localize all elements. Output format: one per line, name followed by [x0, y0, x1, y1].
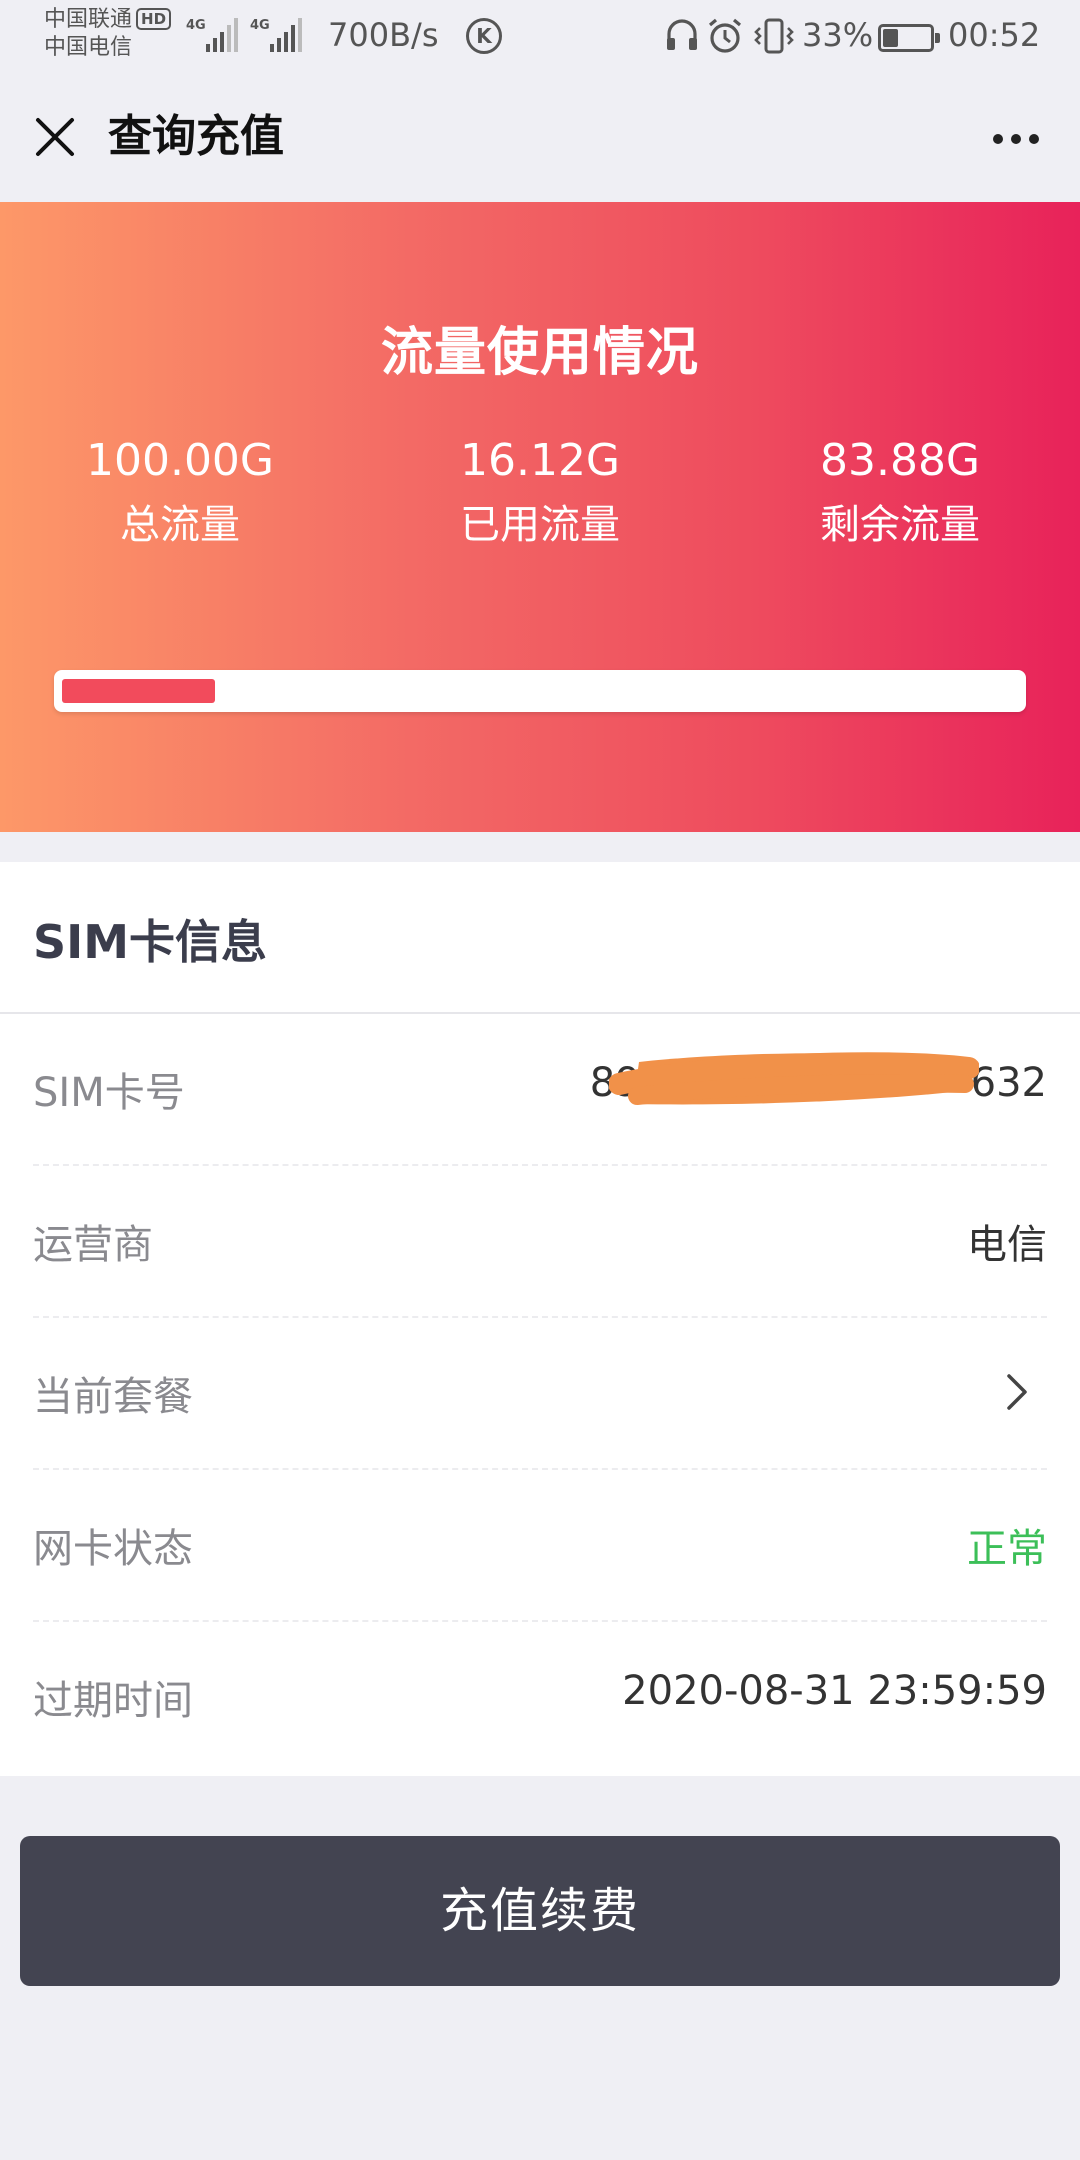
row-current-plan[interactable]: 当前套餐 [33, 1318, 1047, 1470]
close-icon[interactable] [28, 110, 82, 164]
row-expiry: 过期时间 2020-08-31 23:59:59 [33, 1622, 1047, 1774]
clock: 00:52 [948, 16, 1041, 54]
row-card-status: 网卡状态 正常 [33, 1470, 1047, 1622]
k-badge-icon: K [466, 18, 502, 54]
row-sim-number: SIM卡号 89 632 [33, 1014, 1047, 1166]
headset-icon [667, 19, 697, 50]
stat-used-value: 16.12G [459, 435, 621, 486]
expiry-label: 过期时间 [33, 1678, 193, 1724]
recharge-button[interactable]: 充值续费 [20, 1836, 1060, 1986]
battery-icon [878, 24, 940, 52]
carrier-2-label: 中国电信 [44, 35, 133, 60]
operator-label: 运营商 [33, 1222, 153, 1268]
sim-info-title: SIM卡信息 [33, 915, 268, 969]
stat-total: 100.00G 总流量 [30, 434, 330, 552]
chevron-right-icon[interactable] [999, 1372, 1033, 1412]
expiry-value: 2020-08-31 23:59:59 [622, 1668, 1047, 1714]
current-plan-label: 当前套餐 [33, 1374, 193, 1420]
battery-fill [883, 29, 898, 47]
network-1-label: 4G [186, 18, 206, 33]
alarm-icon [708, 18, 742, 53]
net-speed: 700B/s [328, 16, 439, 54]
carrier-info: 中国联通 HD 中国电信 [44, 6, 172, 62]
stat-remaining: 83.88G 剩余流量 [750, 434, 1050, 552]
stat-remaining-value: 83.88G [819, 435, 981, 486]
battery-percent: 33% [802, 16, 874, 54]
row-operator: 运营商 电信 [33, 1166, 1047, 1318]
redaction-scribble [609, 1052, 979, 1105]
vibrate-icon [754, 18, 794, 54]
stat-total-value: 100.00G [85, 435, 275, 486]
card-status-label: 网卡状态 [33, 1526, 193, 1572]
card-status-value: 正常 [967, 1526, 1047, 1572]
usage-progress-fill [62, 679, 215, 703]
signal-1-icon: 4G [186, 16, 242, 52]
stat-used-label: 已用流量 [460, 502, 620, 548]
signal-2-icon: 4G [250, 16, 306, 52]
more-icon[interactable] [986, 112, 1046, 162]
stat-remaining-label: 剩余流量 [820, 502, 980, 548]
nav-bar: 查询充值 [0, 72, 1080, 202]
page-title: 查询充值 [108, 111, 284, 162]
operator-value: 电信 [967, 1222, 1047, 1268]
usage-title: 流量使用情况 [380, 323, 699, 383]
sim-number-label: SIM卡号 [33, 1070, 185, 1116]
sim-number-end: 632 [970, 1060, 1047, 1106]
status-bar: 中国联通 HD 中国电信 4G 4G 700B/s K 33% 00:52 [0, 0, 1080, 72]
stat-used: 16.12G 已用流量 [390, 434, 690, 552]
network-2-label: 4G [250, 18, 270, 33]
stat-total-label: 总流量 [120, 502, 240, 548]
carrier-1-label: 中国联通 [44, 7, 133, 32]
usage-banner: 流量使用情况 100.00G 总流量 16.12G 已用流量 83.88G 剩余… [0, 202, 1080, 832]
hd-badge: HD [136, 8, 172, 30]
usage-progress-bar [54, 670, 1026, 712]
sim-info-card: SIM卡信息 SIM卡号 89 632 运营商 电信 当前套餐 网卡状态 正常 过… [0, 862, 1080, 1776]
